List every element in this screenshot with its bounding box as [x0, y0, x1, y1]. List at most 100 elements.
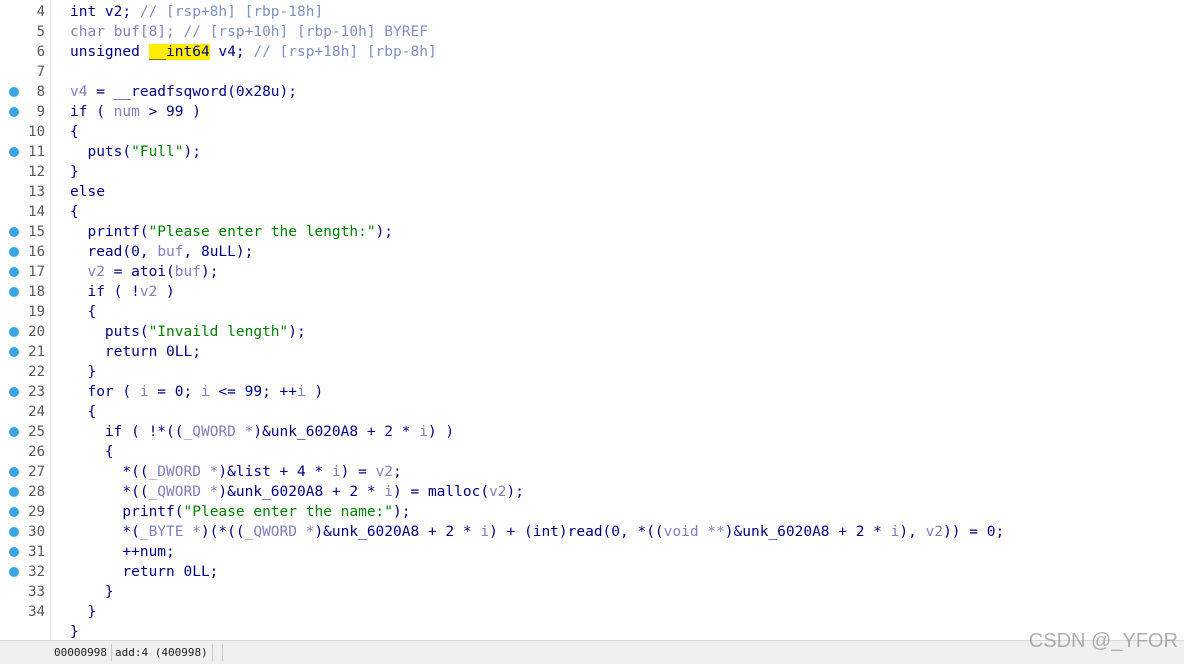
breakpoint-marker-icon[interactable] — [9, 147, 19, 157]
code-line[interactable]: 26 { — [0, 442, 1184, 462]
code-text[interactable]: unsigned __int64 v4; // [rsp+18h] [rbp-8… — [70, 42, 437, 62]
code-text[interactable]: char buf[8]; // [rsp+10h] [rbp-10h] BYRE… — [70, 22, 428, 42]
code-line[interactable]: 28 *((_QWORD *)&unk_6020A8 + 2 * i) = ma… — [0, 482, 1184, 502]
breakpoint-marker-icon[interactable] — [9, 507, 19, 517]
code-line[interactable]: 32 return 0LL; — [0, 562, 1184, 582]
breakpoint-marker-icon[interactable] — [9, 107, 19, 117]
code-line[interactable]: 27 *((_DWORD *)&list + 4 * i) = v2; — [0, 462, 1184, 482]
breakpoint-marker-icon[interactable] — [9, 527, 19, 537]
code-text[interactable]: } — [70, 622, 79, 642]
code-line[interactable]: 9 if ( num > 99 ) — [0, 102, 1184, 122]
code-text[interactable]: { — [70, 202, 79, 222]
code-line[interactable]: 13 else — [0, 182, 1184, 202]
line-number: 29 — [28, 504, 45, 520]
code-token: ) — [157, 284, 175, 300]
breakpoint-marker-icon[interactable] — [9, 247, 19, 257]
code-line[interactable]: 21 return 0LL; — [0, 342, 1184, 362]
code-line[interactable]: 33 } — [0, 582, 1184, 602]
code-token: if ( ! — [70, 284, 140, 300]
code-line[interactable]: 15 printf("Please enter the length:"); — [0, 222, 1184, 242]
code-text[interactable]: } — [70, 582, 114, 602]
breakpoint-marker-icon[interactable] — [9, 567, 19, 577]
code-text[interactable]: { — [70, 122, 79, 142]
highlighted-token: __int64 — [148, 44, 210, 60]
breakpoint-marker-icon[interactable] — [9, 487, 19, 497]
code-token: return 0LL; — [70, 564, 219, 580]
breakpoint-marker-icon[interactable] — [9, 327, 19, 337]
code-token: read(0, — [70, 244, 158, 260]
code-text[interactable]: } — [70, 602, 96, 622]
code-line[interactable]: 6 unsigned __int64 v4; // [rsp+18h] [rbp-… — [0, 42, 1184, 62]
code-line[interactable]: 18 if ( !v2 ) — [0, 282, 1184, 302]
code-token: { — [70, 444, 114, 460]
code-text[interactable]: read(0, buf, 8uLL); — [70, 242, 253, 262]
code-text[interactable]: { — [70, 402, 96, 422]
code-line[interactable]: 12} — [0, 162, 1184, 182]
code-line[interactable]: 5 char buf[8]; // [rsp+10h] [rbp-10h] BYR… — [0, 22, 1184, 42]
code-line[interactable]: 29 printf("Please enter the name:"); — [0, 502, 1184, 522]
code-line[interactable]: 30 *(_BYTE *)(*((_QWORD *)&unk_6020A8 + … — [0, 522, 1184, 542]
code-line[interactable]: 11 puts("Full"); — [0, 142, 1184, 162]
breakpoint-marker-icon[interactable] — [9, 547, 19, 557]
code-line[interactable]: 4 int v2; // [rsp+8h] [rbp-18h] — [0, 2, 1184, 22]
code-text[interactable]: *(_BYTE *)(*((_QWORD *)&unk_6020A8 + 2 *… — [70, 522, 1004, 542]
code-text[interactable]: if ( num > 99 ) — [70, 102, 201, 122]
code-line[interactable]: 16 read(0, buf, 8uLL); — [0, 242, 1184, 262]
code-text[interactable]: *((_QWORD *)&unk_6020A8 + 2 * i) = mallo… — [70, 482, 524, 502]
breakpoint-marker-icon[interactable] — [9, 467, 19, 477]
code-text[interactable]: { — [70, 302, 96, 322]
code-text[interactable]: if ( !v2 ) — [70, 282, 175, 302]
line-number: 14 — [28, 204, 45, 220]
code-line[interactable]: 14 { — [0, 202, 1184, 222]
code-token: num — [113, 104, 140, 120]
code-line[interactable]: 10 { — [0, 122, 1184, 142]
breakpoint-marker-icon[interactable] — [9, 267, 19, 277]
code-text[interactable]: int v2; // [rsp+8h] [rbp-18h] — [70, 2, 323, 22]
code-text[interactable]: *((_DWORD *)&list + 4 * i) = v2; — [70, 462, 401, 482]
code-line[interactable]: 22 } — [0, 362, 1184, 382]
code-line[interactable]: 17 v2 = atoi(buf); — [0, 262, 1184, 282]
breakpoint-marker-icon[interactable] — [9, 347, 19, 357]
code-text[interactable]: } — [70, 162, 79, 182]
code-text[interactable]: puts("Full"); — [70, 142, 201, 162]
code-text[interactable]: return 0LL; — [70, 562, 218, 582]
code-line[interactable]: } — [0, 622, 1184, 642]
breakpoint-marker-icon[interactable] — [9, 387, 19, 397]
code-text[interactable]: v4 = __readfsqword(0x28u); — [70, 82, 297, 102]
pseudocode-editor[interactable]: 4 int v2; // [rsp+8h] [rbp-18h] 5 char buf[… — [0, 0, 1184, 640]
code-token: return 0LL; — [70, 344, 201, 360]
code-line[interactable]: 24 { — [0, 402, 1184, 422]
code-token: ); — [375, 224, 394, 240]
breakpoint-marker-icon[interactable] — [9, 427, 19, 437]
code-line[interactable]: 34 } — [0, 602, 1184, 622]
code-text[interactable]: else — [70, 182, 105, 202]
code-text[interactable]: ++num; — [70, 542, 174, 562]
code-text[interactable]: printf("Please enter the length:"); — [70, 222, 393, 242]
breakpoint-marker-icon[interactable] — [9, 287, 19, 297]
code-token: else — [70, 184, 105, 200]
breakpoint-marker-icon[interactable] — [9, 227, 19, 237]
line-number: 25 — [28, 424, 45, 440]
code-line[interactable]: 25 if ( !*((_QWORD *)&unk_6020A8 + 2 * i… — [0, 422, 1184, 442]
code-text[interactable]: for ( i = 0; i <= 99; ++i ) — [70, 382, 323, 402]
code-line[interactable]: 31 ++num; — [0, 542, 1184, 562]
code-line[interactable]: 7 — [0, 62, 1184, 82]
line-number: 11 — [28, 144, 45, 160]
code-token: "Full" — [131, 144, 184, 160]
code-line[interactable]: 23 for ( i = 0; i <= 99; ++i ) — [0, 382, 1184, 402]
code-text[interactable]: return 0LL; — [70, 342, 201, 362]
code-text[interactable]: } — [70, 362, 96, 382]
code-token: )(*(( — [200, 524, 245, 540]
code-line[interactable]: 19 { — [0, 302, 1184, 322]
code-token: *( — [70, 524, 140, 540]
code-text[interactable]: printf("Please enter the name:"); — [70, 502, 410, 522]
breakpoint-marker-icon[interactable] — [9, 87, 19, 97]
code-text[interactable]: { — [70, 442, 114, 462]
code-token: _BYTE * — [139, 524, 201, 540]
code-line[interactable]: 8 v4 = __readfsqword(0x28u); — [0, 82, 1184, 102]
code-text[interactable]: if ( !*((_QWORD *)&unk_6020A8 + 2 * i) ) — [70, 422, 454, 442]
code-line[interactable]: 20 puts("Invaild length"); — [0, 322, 1184, 342]
code-text[interactable]: v2 = atoi(buf); — [70, 262, 218, 282]
code-text[interactable]: puts("Invaild length"); — [70, 322, 306, 342]
